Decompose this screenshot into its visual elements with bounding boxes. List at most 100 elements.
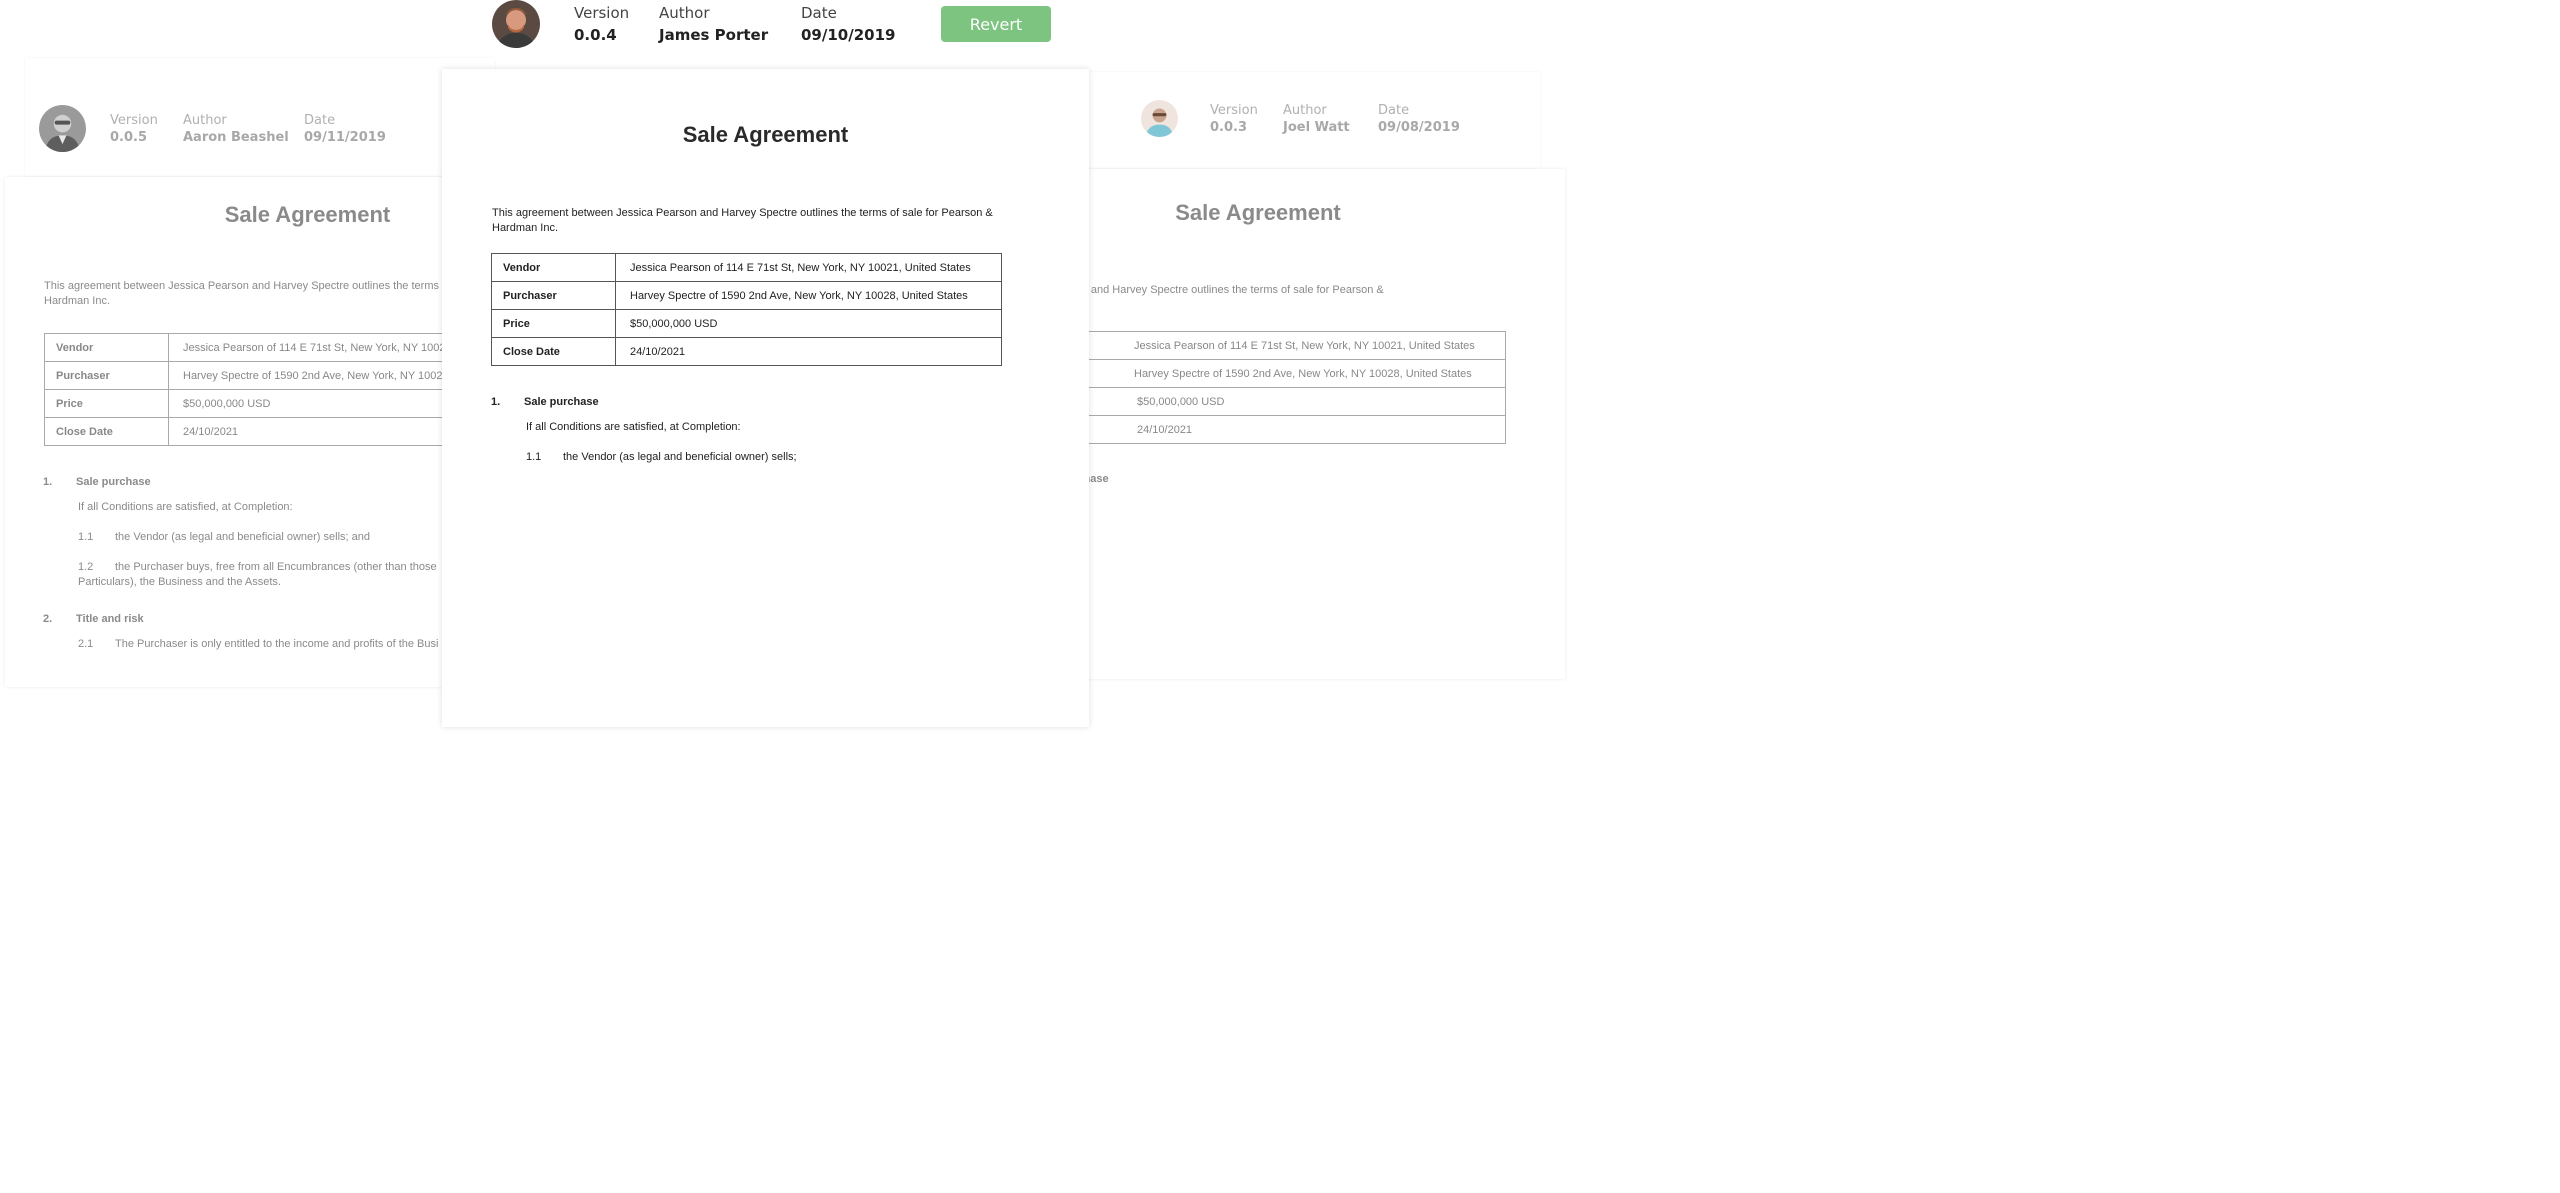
clause-text: The Purchaser is only entitled to the in… bbox=[115, 638, 439, 650]
term-value: 24/10/2021 bbox=[168, 417, 485, 446]
term-value: Jessica Pearson of 114 E 71st St, New Yo… bbox=[615, 253, 1002, 282]
document-intro: This agreement between Jessica Pearson a… bbox=[492, 207, 993, 234]
avatar bbox=[1141, 100, 1178, 137]
avatar-icon bbox=[492, 0, 540, 48]
author-meta: Author Aaron Beashel bbox=[183, 113, 304, 145]
date-value: 09/08/2019 bbox=[1378, 119, 1460, 135]
table-row: Purchaser Harvey Spectre of 1590 2nd Ave… bbox=[44, 361, 485, 390]
clause: 1.1 the Vendor (as legal and beneficial o… bbox=[526, 450, 797, 465]
author-meta: Author Joel Watt bbox=[1283, 103, 1378, 135]
version-header-current: Version 0.0.4 Author James Porter Date 0… bbox=[492, 0, 895, 48]
section-number: 1. bbox=[491, 396, 501, 408]
version-compare-view: Version 0.0.5 Author Aaron Beashel Date … bbox=[0, 0, 1566, 730]
author-name: Joel Watt bbox=[1283, 119, 1350, 135]
table-row: Harvey Spectre of 1590 2nd Ave, New York… bbox=[1085, 359, 1506, 388]
term-value: $50,000,000 USD bbox=[1085, 387, 1506, 416]
version-meta: Version 0.0.4 bbox=[574, 4, 659, 44]
date-meta: Date 09/11/2019 bbox=[304, 113, 386, 145]
revert-button[interactable]: Revert bbox=[941, 6, 1051, 42]
date-value: 09/10/2019 bbox=[801, 26, 896, 44]
clause: 1.1 the Vendor (as legal and beneficial o… bbox=[78, 530, 370, 545]
avatar bbox=[39, 105, 86, 152]
author-label: Author bbox=[1283, 102, 1327, 118]
table-row: Close Date 24/10/2021 bbox=[491, 337, 1002, 366]
terms-table: Vendor Jessica Pearson of 114 E 71st St,… bbox=[491, 253, 1002, 366]
table-row: Price $50,000,000 USD bbox=[44, 389, 485, 418]
terms-table: Vendor Jessica Pearson of 114 E 71st St,… bbox=[44, 333, 485, 446]
document-intro: This agreement between Jessica Pearson a… bbox=[1085, 284, 1384, 296]
clause-number: 1.1 bbox=[78, 531, 94, 543]
term-value: Jessica Pearson of 114 E 71st St, New Yo… bbox=[1085, 331, 1506, 360]
section-text: If all Conditions are satisfied, at Comp… bbox=[526, 421, 741, 433]
clause-continuation: Particulars), the Business and the Asset… bbox=[78, 576, 281, 588]
terms-table: Jessica Pearson of 114 E 71st St, New Yo… bbox=[1085, 331, 1506, 444]
document-intro: This agreement between Jessica Pearson a… bbox=[44, 280, 485, 307]
term-value: Harvey Spectre of 1590 2nd Ave, New York… bbox=[615, 281, 1002, 310]
term-value: 24/10/2021 bbox=[1085, 415, 1506, 444]
term-label: Vendor bbox=[491, 253, 616, 282]
document-title: Sale Agreement bbox=[1175, 200, 1341, 225]
section-title: Title and risk bbox=[76, 613, 144, 625]
section-title: Sale purchase bbox=[524, 396, 599, 408]
term-label: Close Date bbox=[491, 337, 616, 366]
version-meta: Version 0.0.3 bbox=[1210, 103, 1283, 135]
table-row: Vendor Jessica Pearson of 114 E 71st St,… bbox=[491, 253, 1002, 282]
author-label: Author bbox=[659, 4, 710, 22]
term-value: $50,000,000 USD bbox=[168, 389, 485, 418]
term-label: Price bbox=[491, 309, 616, 338]
date-meta: Date 09/10/2019 bbox=[801, 4, 895, 44]
term-value: $50,000,000 USD bbox=[615, 309, 1002, 338]
section-text: If all Conditions are satisfied, at Comp… bbox=[78, 501, 293, 513]
clause: 2.1 The Purchaser is only entitled to the… bbox=[78, 637, 438, 652]
document-preview-right[interactable]: Sale Agreement This agreement between Je… bbox=[1085, 169, 1565, 679]
clause-number: 1.2 bbox=[78, 561, 94, 573]
version-label: Version bbox=[110, 112, 158, 128]
date-meta: Date 09/08/2019 bbox=[1378, 103, 1460, 135]
document-title: Sale Agreement bbox=[224, 202, 391, 227]
clause-text: the Purchaser buys, free from all Encumb… bbox=[115, 561, 437, 573]
author-name: James Porter bbox=[659, 26, 769, 44]
version-header-right[interactable]: Version 0.0.3 Author Joel Watt Date 09/0… bbox=[1141, 100, 1460, 137]
term-label: Close Date bbox=[44, 417, 169, 446]
avatar-icon bbox=[1141, 100, 1178, 137]
table-row: Jessica Pearson of 114 E 71st St, New Yo… bbox=[1085, 331, 1506, 360]
author-meta: Author James Porter bbox=[659, 4, 801, 44]
table-row: Purchaser Harvey Spectre of 1590 2nd Ave… bbox=[491, 281, 1002, 310]
clause: 1.2 the Purchaser buys, free from all Enc… bbox=[78, 560, 437, 575]
document-preview-current[interactable]: Sale Agreement This agreement between Je… bbox=[442, 69, 1089, 727]
author-name: Aaron Beashel bbox=[183, 129, 289, 145]
avatar bbox=[492, 0, 540, 48]
term-value: Jessica Pearson of 114 E 71st St, New Yo… bbox=[168, 333, 485, 362]
clause-number: 2.1 bbox=[78, 638, 94, 650]
term-value: Harvey Spectre of 1590 2nd Ave, New York… bbox=[1085, 359, 1506, 388]
section-number: 2. bbox=[43, 613, 53, 625]
section-number: 1. bbox=[43, 476, 53, 488]
clause-number: 1.1 bbox=[526, 451, 542, 463]
table-row: Close Date 24/10/2021 bbox=[44, 417, 485, 446]
version-number: 0.0.3 bbox=[1210, 119, 1248, 135]
term-label: Purchaser bbox=[44, 361, 169, 390]
date-label: Date bbox=[1378, 102, 1410, 118]
section-title: Sale purchase bbox=[76, 476, 151, 488]
version-meta: Version 0.0.5 bbox=[110, 113, 183, 145]
version-label: Version bbox=[1210, 102, 1258, 118]
avatar-icon bbox=[39, 105, 86, 152]
date-value: 09/11/2019 bbox=[304, 129, 386, 145]
document-title: Sale Agreement bbox=[682, 122, 849, 147]
author-label: Author bbox=[183, 112, 227, 128]
table-row: Vendor Jessica Pearson of 114 E 71st St,… bbox=[44, 333, 485, 362]
table-row: $50,000,000 USD bbox=[1085, 387, 1506, 416]
term-label: Price bbox=[44, 389, 169, 418]
table-row: Price $50,000,000 USD bbox=[491, 309, 1002, 338]
version-number: 0.0.5 bbox=[110, 129, 148, 145]
document-preview-left[interactable]: Sale Agreement This agreement between Je… bbox=[5, 177, 485, 687]
date-label: Date bbox=[304, 112, 336, 128]
version-header-left[interactable]: Version 0.0.5 Author Aaron Beashel Date … bbox=[39, 105, 386, 152]
date-label: Date bbox=[801, 4, 837, 22]
table-row: 24/10/2021 bbox=[1085, 415, 1506, 444]
version-number: 0.0.4 bbox=[574, 26, 617, 44]
term-label: Purchaser bbox=[491, 281, 616, 310]
version-label: Version bbox=[574, 4, 630, 22]
clause-text: the Vendor (as legal and beneficial owne… bbox=[563, 451, 797, 463]
clause-text: the Vendor (as legal and beneficial owne… bbox=[115, 531, 370, 543]
